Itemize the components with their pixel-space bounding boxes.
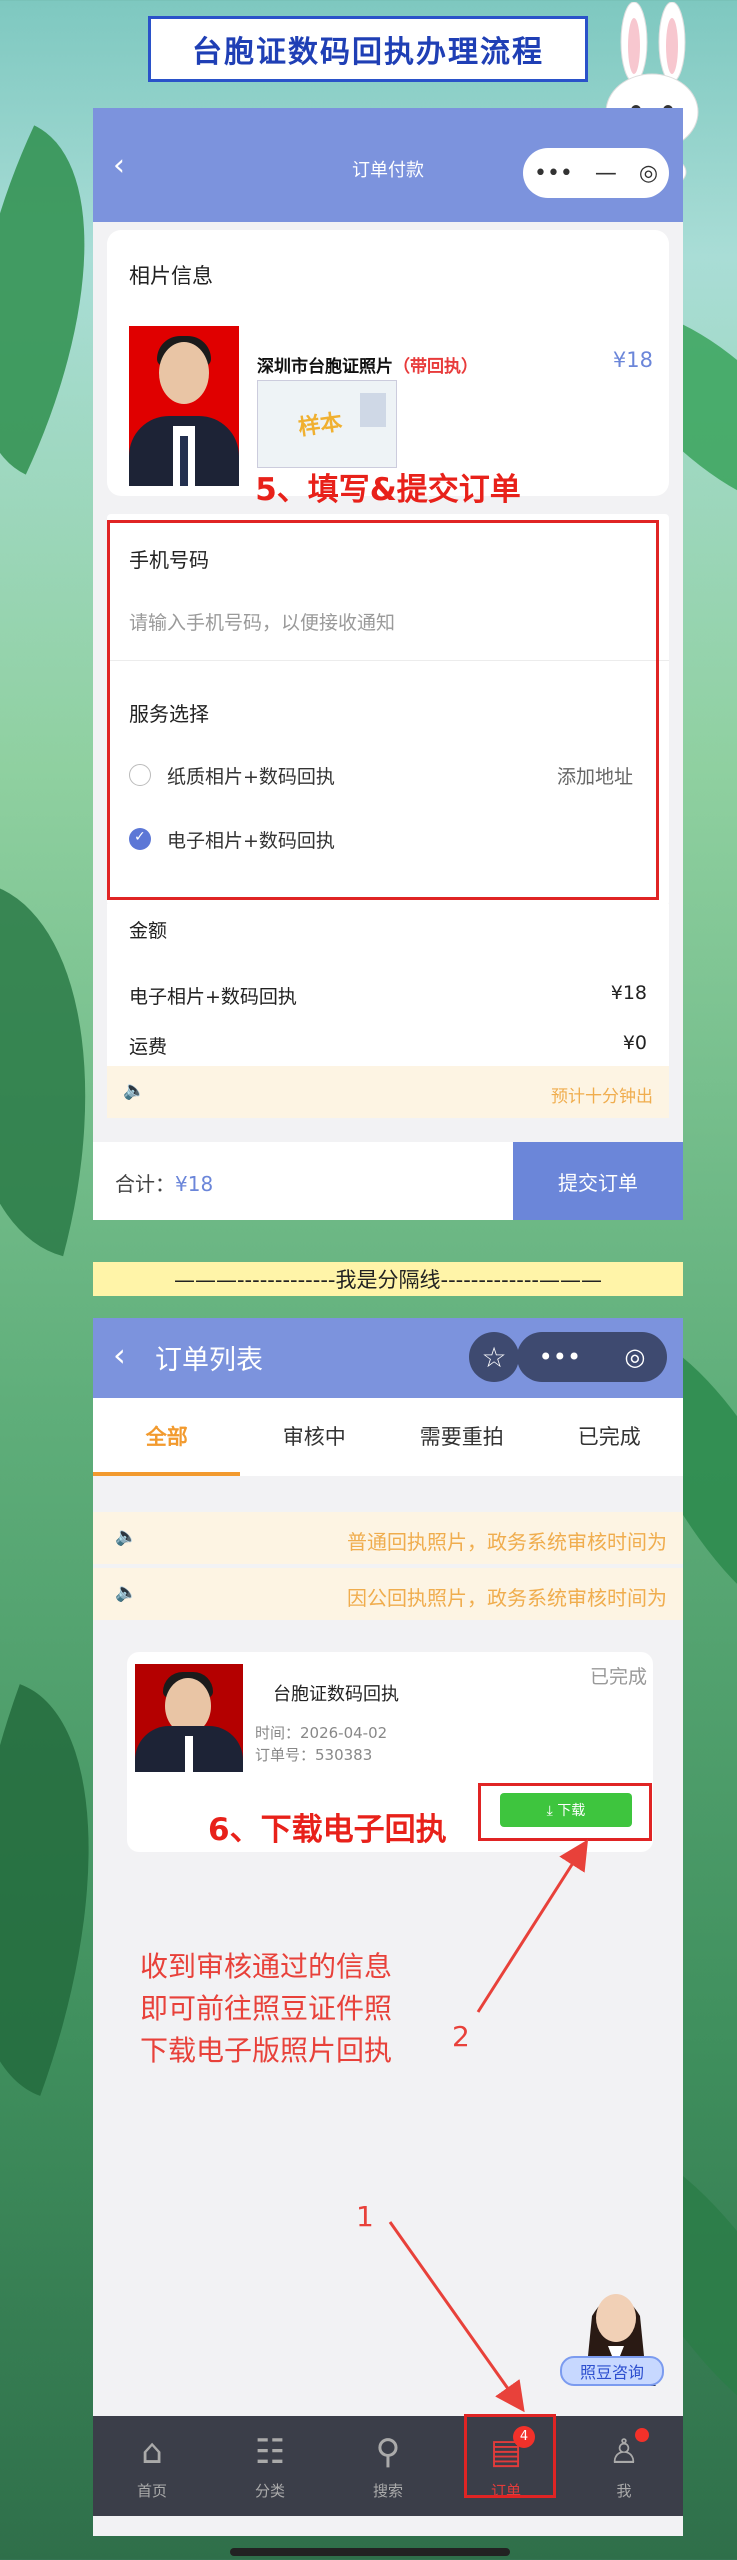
step-marker-1: 1 bbox=[356, 2200, 374, 2233]
speaker-icon: 🔈 bbox=[115, 1526, 138, 1547]
total-amount: 合计：¥18 bbox=[115, 1172, 214, 1196]
nav-bar: ‹ 订单列表 ☆ ••• ◎ bbox=[93, 1318, 683, 1398]
step5-caption: 5、填写&提交订单 bbox=[255, 472, 521, 508]
total-value: ¥18 bbox=[175, 1172, 214, 1196]
review-notice: 🔈 因公回执照片，政务系统审核时间为 bbox=[93, 1568, 683, 1620]
tabbar-search[interactable]: ⚲ 搜索 bbox=[329, 2416, 447, 2516]
user-icon: ♙ bbox=[608, 2432, 640, 2472]
tabbar-me[interactable]: ♙ 我 bbox=[565, 2416, 683, 2516]
mini-program-capsule: ••• — ◎ bbox=[523, 148, 669, 198]
shipping-label: 运费 bbox=[129, 1036, 168, 1058]
order-status: 已完成 bbox=[589, 1666, 647, 1688]
id-photo-thumbnail bbox=[135, 1664, 243, 1772]
step-marker-2: 2 bbox=[452, 2020, 470, 2053]
close-icon[interactable]: ◎ bbox=[624, 1343, 645, 1371]
notification-dot bbox=[635, 2428, 649, 2442]
category-icon: ☷ bbox=[254, 2432, 286, 2472]
consult-button[interactable]: 照豆咨询 bbox=[560, 2356, 664, 2386]
amount-item-value: ¥18 bbox=[610, 982, 647, 1004]
highlight-box bbox=[478, 1783, 652, 1841]
section-title: 相片信息 bbox=[129, 264, 213, 288]
home-indicator bbox=[230, 2548, 510, 2556]
submit-order-button[interactable]: 提交订单 bbox=[513, 1142, 683, 1220]
page-title: 台胞证数码回执办理流程 bbox=[148, 16, 588, 82]
step6-caption: 6、下载电子回执 bbox=[208, 1812, 447, 1848]
more-icon[interactable]: ••• bbox=[539, 1343, 581, 1371]
highlight-box bbox=[107, 520, 659, 900]
product-price: ¥18 bbox=[612, 348, 653, 372]
order-number: 订单号：530383 bbox=[255, 1746, 373, 1764]
tab-retake[interactable]: 需要重拍 bbox=[388, 1398, 536, 1476]
checkout-bar: 合计：¥18 提交订单 bbox=[93, 1142, 683, 1220]
home-icon: ⌂ bbox=[141, 2432, 163, 2472]
amount-item-label: 电子相片+数码回执 bbox=[129, 986, 297, 1008]
star-icon[interactable]: ☆ bbox=[469, 1332, 519, 1382]
tab-all[interactable]: 全部 bbox=[93, 1398, 241, 1476]
tab-indicator bbox=[93, 1472, 240, 1476]
review-notice-text: 因公回执照片，政务系统审核时间为 bbox=[347, 1586, 667, 1610]
review-notice: 🔈 普通回执照片，政务系统审核时间为 bbox=[93, 1512, 683, 1564]
search-icon: ⚲ bbox=[375, 2432, 401, 2472]
instruction-text: 收到审核通过的信息 即可前往照豆证件照 下载电子版照片回执 bbox=[140, 1950, 393, 2067]
amount-card: 金额 电子相片+数码回执 ¥18 运费 ¥0 bbox=[107, 904, 669, 1072]
shipping-value: ¥0 bbox=[622, 1032, 647, 1054]
separator-line: ———-------------我是分隔线-------------——— bbox=[93, 1262, 683, 1296]
bottom-tab-bar: ⌂ 首页 ☷ 分类 ⚲ 搜索 ▤ 4 订单 ♙ 我 bbox=[93, 2416, 683, 2516]
order-tabs: 全部 审核中 需要重拍 已完成 bbox=[93, 1398, 683, 1476]
product-tag: （带回执） bbox=[393, 357, 478, 377]
id-photo-thumbnail bbox=[129, 326, 239, 486]
speaker-icon: 🔈 bbox=[115, 1582, 138, 1603]
speaker-icon: 🔈 bbox=[123, 1080, 146, 1101]
eta-notice: 🔈 预计十分钟出 bbox=[107, 1066, 669, 1118]
sample-stamp: 样本 bbox=[296, 410, 344, 441]
review-notice-text: 普通回执照片，政务系统审核时间为 bbox=[347, 1530, 667, 1554]
order-name: 台胞证数码回执 bbox=[273, 1684, 399, 1705]
order-payment-screen: ‹ 订单付款 ••• — ◎ 相片信息 深圳市台胞证照片（带回执） 样本 ¥18… bbox=[93, 108, 683, 1220]
tab-completed[interactable]: 已完成 bbox=[536, 1398, 684, 1476]
tabbar-home[interactable]: ⌂ 首页 bbox=[93, 2416, 211, 2516]
nav-title: 订单列表 bbox=[155, 1345, 263, 1376]
back-icon[interactable]: ‹ bbox=[113, 1336, 126, 1374]
minimize-icon[interactable]: — bbox=[595, 161, 617, 186]
nav-bar: ‹ 订单付款 ••• — ◎ bbox=[93, 108, 683, 222]
amount-label: 金额 bbox=[129, 920, 168, 942]
order-time: 时间：2026-04-02 bbox=[255, 1724, 388, 1742]
mini-program-capsule: ••• ◎ bbox=[517, 1332, 667, 1382]
tab-reviewing[interactable]: 审核中 bbox=[241, 1398, 389, 1476]
highlight-box bbox=[464, 2414, 556, 2498]
more-icon[interactable]: ••• bbox=[534, 161, 573, 186]
photo-info-card: 相片信息 深圳市台胞证照片（带回执） 样本 ¥18 bbox=[107, 230, 669, 496]
receipt-sample-image: 样本 bbox=[257, 380, 397, 468]
tabbar-category[interactable]: ☷ 分类 bbox=[211, 2416, 329, 2516]
close-icon[interactable]: ◎ bbox=[639, 161, 658, 186]
eta-notice-text: 预计十分钟出 bbox=[551, 1087, 653, 1107]
product-name: 深圳市台胞证照片（带回执） bbox=[257, 357, 478, 377]
